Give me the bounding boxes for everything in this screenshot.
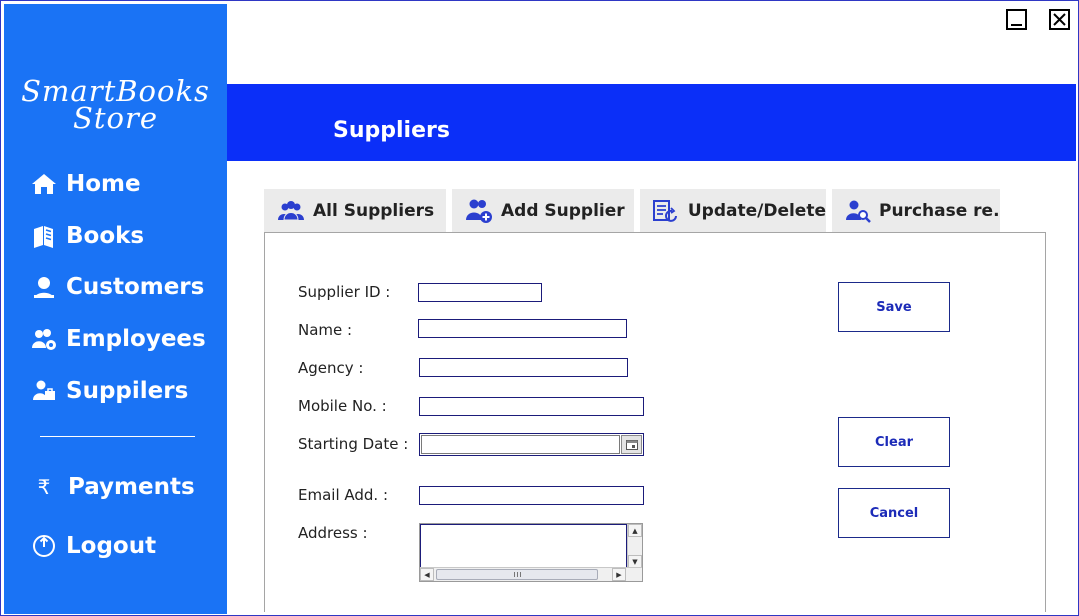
supplier-id-label: Supplier ID : bbox=[298, 283, 391, 301]
starting-date-picker bbox=[419, 433, 644, 456]
sidebar-item-payments[interactable]: ₹ Payments bbox=[30, 470, 195, 504]
mobile-field[interactable] bbox=[419, 397, 644, 416]
cancel-button[interactable]: Cancel bbox=[838, 488, 950, 538]
tab-add-supplier[interactable]: Add Supplier bbox=[452, 189, 634, 233]
vertical-scrollbar[interactable]: ▲ ▼ bbox=[627, 524, 642, 568]
mobile-label: Mobile No. : bbox=[298, 397, 387, 415]
sidebar-item-suppliers[interactable]: Suppilers bbox=[30, 374, 188, 408]
tab-label: All Suppliers bbox=[313, 201, 435, 221]
sidebar-item-label: Books bbox=[66, 223, 145, 249]
tab-all-suppliers[interactable]: All Suppliers bbox=[264, 189, 446, 233]
sidebar-item-employees[interactable]: Employees bbox=[30, 322, 206, 356]
tab-label: Add Supplier bbox=[501, 201, 625, 221]
minimize-button[interactable] bbox=[1006, 9, 1027, 30]
sidebar-item-label: Logout bbox=[66, 533, 157, 559]
power-icon bbox=[30, 532, 58, 560]
scroll-right-icon[interactable]: ▶ bbox=[612, 568, 626, 581]
clear-button[interactable]: Clear bbox=[838, 417, 950, 467]
rupee-icon: ₹ bbox=[37, 475, 51, 499]
tab-purchase-records[interactable]: Purchase re.. bbox=[832, 189, 1000, 233]
sidebar-item-label: Home bbox=[66, 171, 141, 197]
supplier-id-field[interactable] bbox=[418, 283, 542, 302]
close-icon bbox=[1053, 13, 1066, 26]
address-label: Address : bbox=[298, 524, 368, 542]
email-label: Email Add. : bbox=[298, 486, 389, 504]
agency-label: Agency : bbox=[298, 359, 364, 377]
sidebar: SmartBooks Store Home Books Customers Em… bbox=[4, 4, 227, 614]
scroll-up-icon[interactable]: ▲ bbox=[628, 524, 642, 537]
app-window: SmartBooks Store Home Books Customers Em… bbox=[0, 0, 1079, 616]
sidebar-item-label: Employees bbox=[66, 326, 206, 352]
horizontal-scroll-thumb[interactable] bbox=[436, 569, 598, 580]
horizontal-scrollbar[interactable]: ◀ ▶ bbox=[420, 567, 642, 581]
agency-field[interactable] bbox=[419, 358, 628, 377]
tab-update-delete[interactable]: Update/Delete bbox=[640, 189, 826, 233]
save-button[interactable]: Save bbox=[838, 282, 950, 332]
address-scroll-pane: ▲ ▼ ◀ ▶ bbox=[419, 523, 643, 582]
update-icon bbox=[652, 197, 681, 225]
sidebar-item-label: Payments bbox=[68, 474, 195, 500]
add-user-icon bbox=[464, 197, 494, 225]
user-search-icon bbox=[844, 197, 872, 225]
sidebar-item-label: Customers bbox=[66, 274, 205, 300]
supplier-icon bbox=[30, 377, 58, 405]
sidebar-item-books[interactable]: Books bbox=[30, 219, 144, 253]
starting-date-label: Starting Date : bbox=[298, 435, 409, 453]
sidebar-item-home[interactable]: Home bbox=[30, 167, 141, 201]
sidebar-divider bbox=[40, 436, 195, 437]
tab-label: Purchase re.. bbox=[879, 201, 1000, 221]
calendar-button[interactable] bbox=[621, 435, 642, 454]
books-icon bbox=[30, 222, 58, 250]
users-icon bbox=[276, 197, 306, 225]
customer-icon bbox=[30, 273, 58, 301]
page-header: Suppliers bbox=[227, 84, 1076, 161]
sidebar-item-label: Suppilers bbox=[66, 378, 189, 404]
close-button[interactable] bbox=[1049, 9, 1070, 30]
name-label: Name : bbox=[298, 321, 353, 339]
email-field[interactable] bbox=[419, 486, 644, 505]
tab-label: Update/Delete bbox=[687, 201, 826, 221]
page-title: Suppliers bbox=[333, 118, 450, 143]
calendar-icon bbox=[625, 439, 638, 450]
sidebar-item-logout[interactable]: Logout bbox=[30, 529, 156, 563]
logo-line-2: Store bbox=[72, 101, 158, 135]
employees-icon bbox=[30, 325, 58, 353]
home-icon bbox=[30, 170, 58, 198]
starting-date-field[interactable] bbox=[421, 435, 620, 454]
address-textarea[interactable] bbox=[420, 524, 627, 568]
name-field[interactable] bbox=[418, 319, 627, 338]
app-logo: SmartBooks Store bbox=[4, 77, 227, 135]
sidebar-item-customers[interactable]: Customers bbox=[30, 270, 204, 304]
scroll-left-icon[interactable]: ◀ bbox=[420, 568, 434, 581]
